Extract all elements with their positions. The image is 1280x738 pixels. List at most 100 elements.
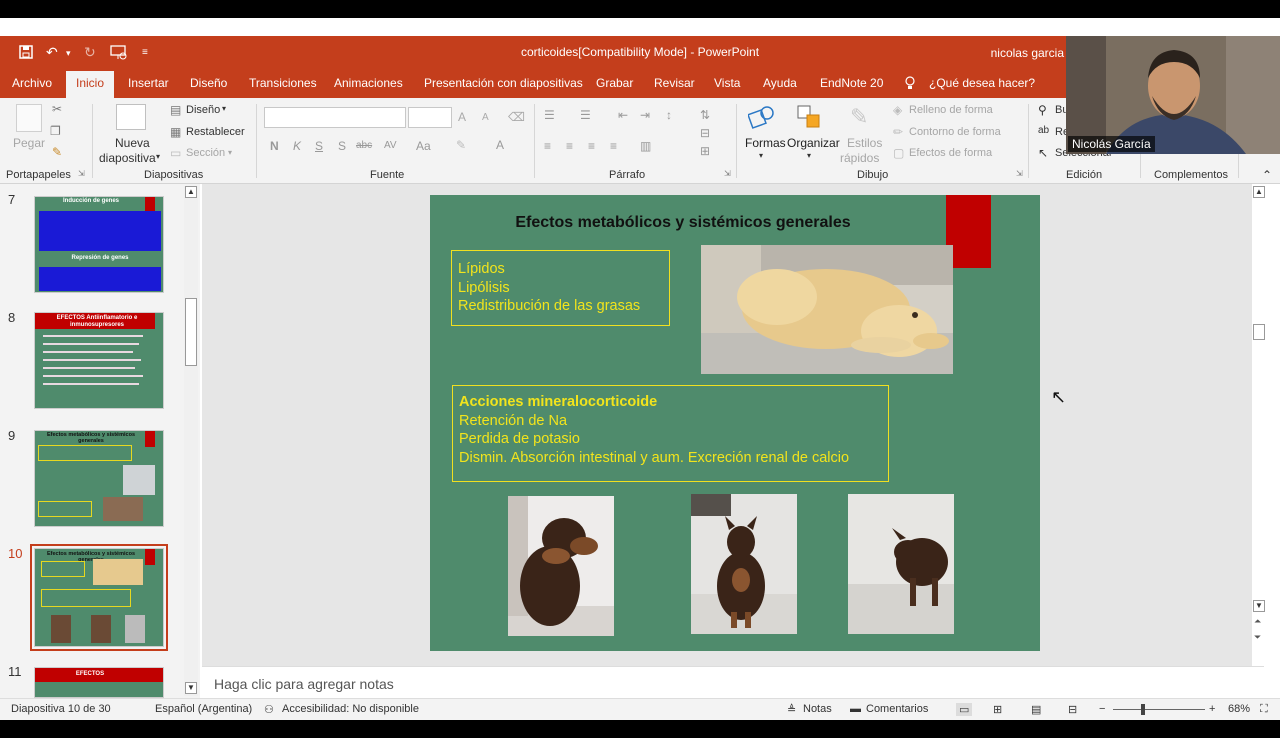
zoom-slider-knob[interactable] xyxy=(1141,704,1145,715)
outline-icon[interactable]: ✏ xyxy=(893,125,903,139)
comments-icon[interactable]: ▬ xyxy=(850,703,861,715)
zoom-slider[interactable] xyxy=(1113,709,1205,710)
shape-fill-button[interactable]: Relleno de forma xyxy=(909,104,993,116)
tab-grabar[interactable]: Grabar xyxy=(596,76,633,90)
tab-inicio[interactable]: Inicio xyxy=(66,71,115,98)
arrange-icon[interactable] xyxy=(796,104,822,133)
change-case-icon[interactable]: Aa xyxy=(416,139,431,153)
shape-outline-button[interactable]: Contorno de forma xyxy=(909,126,1001,138)
quick-styles-label1[interactable]: Estilos xyxy=(847,136,882,150)
chevron-down-icon[interactable]: ▾ xyxy=(807,151,811,160)
collapse-ribbon-icon[interactable]: ⌃ xyxy=(1262,168,1272,182)
fit-slide-icon[interactable]: ⛶ xyxy=(1260,703,1268,716)
text-direction-icon[interactable]: ⇅ xyxy=(700,108,710,122)
dialog-launcher-icon[interactable]: ⇲ xyxy=(1016,169,1023,178)
increase-indent-icon[interactable]: ⇥ xyxy=(640,108,650,122)
italic-icon[interactable]: K xyxy=(293,139,301,153)
tab-insertar[interactable]: Insertar xyxy=(128,76,169,90)
chevron-down-icon[interactable]: ▾ xyxy=(156,152,160,161)
chevron-down-icon[interactable]: ▾ xyxy=(222,104,226,113)
reset-button[interactable]: Restablecer xyxy=(186,126,245,138)
dog-photo-3[interactable] xyxy=(848,494,954,634)
thumb-slide-11[interactable]: EFECTOS xyxy=(34,667,164,698)
shadow-icon[interactable]: S xyxy=(338,139,346,153)
align-center-icon[interactable]: ≡ xyxy=(566,139,573,153)
mineralocorticoid-textbox[interactable]: Acciones mineralocorticoide Retención de… xyxy=(452,385,889,482)
chevron-down-icon[interactable]: ▾ xyxy=(228,148,232,157)
section-icon[interactable]: ▭ xyxy=(170,146,181,160)
zoom-level[interactable]: 68% xyxy=(1228,703,1250,715)
effects-icon[interactable]: ▢ xyxy=(893,146,904,160)
clear-format-icon[interactable]: ⌫ xyxy=(508,110,525,124)
paste-button[interactable]: Pegar xyxy=(13,136,45,150)
highlight-icon[interactable]: ✎ xyxy=(456,138,466,152)
thumb-slide-10[interactable]: Efectos metabólicos y sistémicos general… xyxy=(30,544,168,651)
new-slide-label2[interactable]: diapositiva xyxy=(99,151,156,165)
accessibility-status[interactable]: Accesibilidad: No disponible xyxy=(282,703,419,715)
slide-editor[interactable]: Efectos metabólicos y sistémicos general… xyxy=(202,184,1266,666)
shape-effects-button[interactable]: Efectos de forma xyxy=(909,147,992,159)
notes-button[interactable]: Notas xyxy=(803,703,832,715)
line-spacing-icon[interactable]: ↕ xyxy=(666,108,672,122)
grow-font-icon[interactable]: A xyxy=(458,110,466,124)
scroll-thumb[interactable] xyxy=(185,298,197,366)
quick-styles-icon[interactable]: ✎ xyxy=(850,104,868,130)
shapes-icon[interactable] xyxy=(747,104,776,133)
shrink-font-icon[interactable]: A xyxy=(482,112,489,123)
tab-diseno[interactable]: Diseño xyxy=(190,76,227,90)
cut-icon[interactable]: ✂ xyxy=(52,102,62,116)
numbering-icon[interactable]: ☰ xyxy=(580,108,591,122)
notes-pane[interactable]: Haga clic para agregar notas xyxy=(202,666,1264,698)
accessibility-icon[interactable]: ⚇ xyxy=(264,703,274,716)
notes-placeholder[interactable]: Haga clic para agregar notas xyxy=(214,676,394,692)
columns-icon[interactable]: ▥ xyxy=(640,139,651,153)
copy-icon[interactable]: ❐ xyxy=(50,124,61,138)
format-painter-icon[interactable]: ✎ xyxy=(52,145,62,159)
underline-icon[interactable]: S xyxy=(315,139,323,153)
slide-title[interactable]: Efectos metabólicos y sistémicos general… xyxy=(430,214,936,232)
lipids-textbox[interactable]: Lípidos Lipólisis Redistribución de las … xyxy=(451,250,670,326)
zoom-out-icon[interactable]: − xyxy=(1099,703,1105,715)
new-slide-label1[interactable]: Nueva xyxy=(115,136,150,150)
align-left-icon[interactable]: ≡ xyxy=(544,139,551,153)
justify-icon[interactable]: ≡ xyxy=(610,139,617,153)
thumb-slide-7[interactable]: Inducción de genes Represión de genes xyxy=(34,196,164,293)
dog-photo-2[interactable] xyxy=(691,494,797,634)
tab-transiciones[interactable]: Transiciones xyxy=(249,76,317,90)
tab-ayuda[interactable]: Ayuda xyxy=(763,76,797,90)
arrange-button[interactable]: Organizar xyxy=(787,136,840,150)
decrease-indent-icon[interactable]: ⇤ xyxy=(618,108,628,122)
tab-animaciones[interactable]: Animaciones xyxy=(334,76,403,90)
sorter-view-icon[interactable]: ⊞ xyxy=(993,703,1002,716)
zoom-in-icon[interactable]: + xyxy=(1209,703,1215,715)
paste-icon[interactable] xyxy=(16,104,42,132)
scroll-down-icon[interactable]: ▼ xyxy=(185,682,197,694)
tab-revisar[interactable]: Revisar xyxy=(654,76,695,90)
reading-view-icon[interactable]: ▤ xyxy=(1031,703,1041,716)
dialog-launcher-icon[interactable]: ⇲ xyxy=(78,169,85,178)
scroll-up-icon[interactable]: ▲ xyxy=(185,186,197,198)
section-button[interactable]: Sección xyxy=(186,147,225,159)
tab-archivo[interactable]: Archivo xyxy=(12,76,52,90)
fill-icon[interactable]: ◈ xyxy=(893,103,902,117)
layout-button[interactable]: Diseño xyxy=(186,104,220,116)
font-color-icon[interactable]: A xyxy=(496,138,504,152)
bold-icon[interactable]: N xyxy=(270,139,279,153)
font-size-box[interactable] xyxy=(408,107,452,128)
current-slide[interactable]: Efectos metabólicos y sistémicos general… xyxy=(430,195,1040,651)
font-name-box[interactable] xyxy=(264,107,406,128)
thumb-slide-9[interactable]: Efectos metabólicos y sistémicos general… xyxy=(34,430,164,527)
comments-button[interactable]: Comentarios xyxy=(866,703,928,715)
thumb-slide-8[interactable]: EFECTOS Antiinflamatorio e inmunosupreso… xyxy=(34,312,164,409)
chevron-down-icon[interactable]: ▾ xyxy=(759,151,763,160)
align-right-icon[interactable]: ≡ xyxy=(588,139,595,153)
smartart-icon[interactable]: ⊞ xyxy=(700,144,710,158)
layout-icon[interactable]: ▤ xyxy=(170,103,181,117)
shapes-button[interactable]: Formas xyxy=(745,136,786,150)
bullets-icon[interactable]: ☰ xyxy=(544,108,555,122)
dialog-launcher-icon[interactable]: ⇲ xyxy=(724,169,731,178)
tab-presentacion[interactable]: Presentación con diapositivas xyxy=(424,76,583,90)
spacing-icon[interactable]: AV xyxy=(384,140,397,151)
next-slide-icon[interactable]: ⏷ xyxy=(1254,632,1261,643)
reset-icon[interactable]: ▦ xyxy=(170,125,181,139)
